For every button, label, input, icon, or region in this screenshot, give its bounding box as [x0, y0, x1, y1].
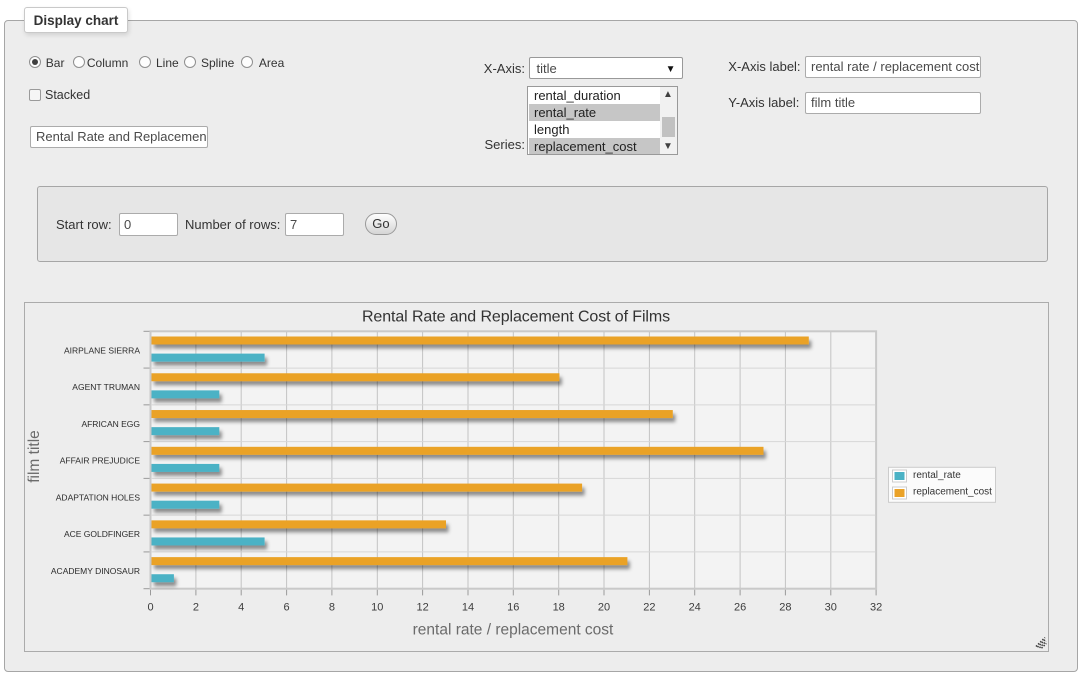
svg-text:AIRPLANE SIERRA: AIRPLANE SIERRA — [64, 345, 140, 355]
svg-text:14: 14 — [462, 602, 474, 614]
svg-text:replacement_cost: replacement_cost — [913, 487, 992, 498]
svg-text:22: 22 — [643, 602, 655, 614]
svg-text:32: 32 — [870, 602, 882, 614]
svg-text:0: 0 — [147, 602, 153, 614]
svg-text:rental rate / replacement cost: rental rate / replacement cost — [413, 622, 614, 639]
svg-text:ADAPTATION HOLES: ADAPTATION HOLES — [56, 492, 141, 502]
svg-text:8: 8 — [329, 602, 335, 614]
svg-text:AFRICAN EGG: AFRICAN EGG — [81, 419, 140, 429]
svg-text:12: 12 — [416, 602, 428, 614]
svg-text:28: 28 — [779, 602, 791, 614]
svg-text:26: 26 — [734, 602, 746, 614]
svg-text:6: 6 — [284, 602, 290, 614]
svg-text:4: 4 — [238, 602, 244, 614]
svg-text:AFFAIR PREJUDICE: AFFAIR PREJUDICE — [60, 456, 141, 466]
svg-text:rental_rate: rental_rate — [913, 470, 961, 481]
svg-text:18: 18 — [553, 602, 565, 614]
svg-text:2: 2 — [193, 602, 199, 614]
svg-text:30: 30 — [825, 602, 837, 614]
svg-text:ACE GOLDFINGER: ACE GOLDFINGER — [64, 529, 140, 539]
svg-text:20: 20 — [598, 602, 610, 614]
svg-text:Rental Rate and Replacement Co: Rental Rate and Replacement Cost of Film… — [362, 309, 670, 326]
svg-text:AGENT TRUMAN: AGENT TRUMAN — [72, 382, 140, 392]
svg-text:10: 10 — [371, 602, 383, 614]
svg-text:film title: film title — [26, 430, 43, 483]
svg-text:24: 24 — [689, 602, 701, 614]
svg-text:16: 16 — [507, 602, 519, 614]
svg-text:ACADEMY DINOSAUR: ACADEMY DINOSAUR — [51, 566, 140, 576]
